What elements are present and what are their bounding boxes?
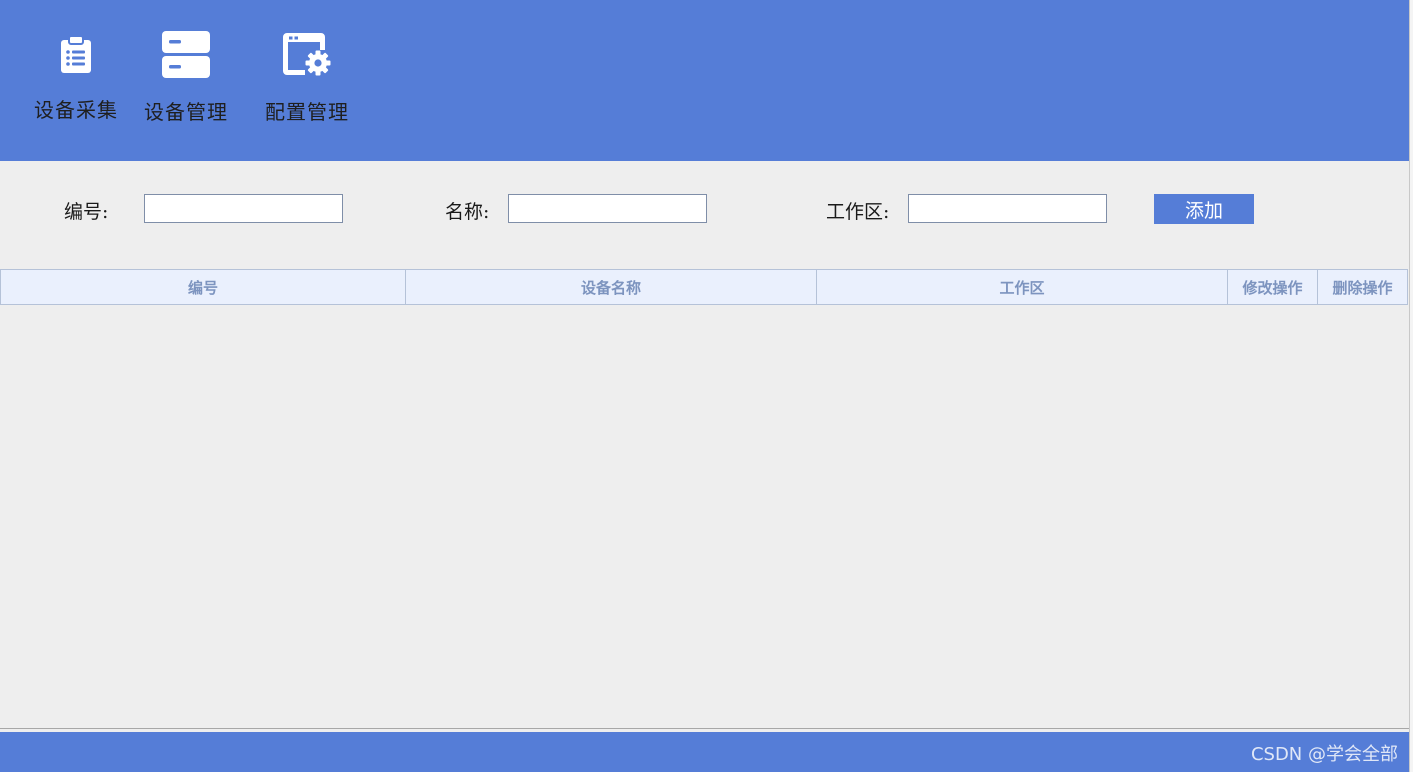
server-stack-icon bbox=[158, 26, 214, 82]
top-navigation-bar: 设备采集 设备管理 配置管理 bbox=[0, 0, 1409, 161]
watermark: CSDN @学会全部 bbox=[1250, 744, 1398, 765]
nav-config-management[interactable]: 配置管理 bbox=[259, 26, 355, 126]
workarea-input[interactable] bbox=[908, 194, 1107, 223]
clipboard-list-icon bbox=[48, 26, 104, 82]
column-header-workarea[interactable]: 工作区 bbox=[817, 269, 1228, 305]
table-header: 编号 设备名称 工作区 修改操作 删除操作 bbox=[0, 269, 1408, 305]
name-label: 名称: bbox=[445, 201, 490, 223]
column-header-edit-action[interactable]: 修改操作 bbox=[1228, 269, 1318, 305]
table-body bbox=[0, 305, 1409, 729]
footer-bar bbox=[0, 732, 1409, 772]
column-header-number[interactable]: 编号 bbox=[0, 269, 406, 305]
nav-label-device-management: 设备管理 bbox=[144, 100, 228, 124]
number-input[interactable] bbox=[144, 194, 343, 223]
nav-label-config-management: 配置管理 bbox=[265, 100, 349, 124]
column-header-device-name[interactable]: 设备名称 bbox=[406, 269, 817, 305]
nav-label-device-collection: 设备采集 bbox=[34, 98, 118, 122]
column-header-delete-action[interactable]: 删除操作 bbox=[1318, 269, 1408, 305]
name-input[interactable] bbox=[508, 194, 707, 223]
add-button[interactable]: 添加 bbox=[1154, 194, 1254, 224]
app-window: 设备采集 设备管理 配置管理 编号: 名称: 工作区: 添加 编号 设备名称 工… bbox=[0, 0, 1409, 772]
window-edge bbox=[1409, 0, 1413, 772]
workarea-label: 工作区: bbox=[826, 201, 890, 223]
window-gear-icon bbox=[279, 26, 335, 82]
number-label: 编号: bbox=[64, 201, 109, 223]
nav-device-collection[interactable]: 设备采集 bbox=[30, 26, 122, 126]
nav-device-management[interactable]: 设备管理 bbox=[140, 26, 232, 126]
